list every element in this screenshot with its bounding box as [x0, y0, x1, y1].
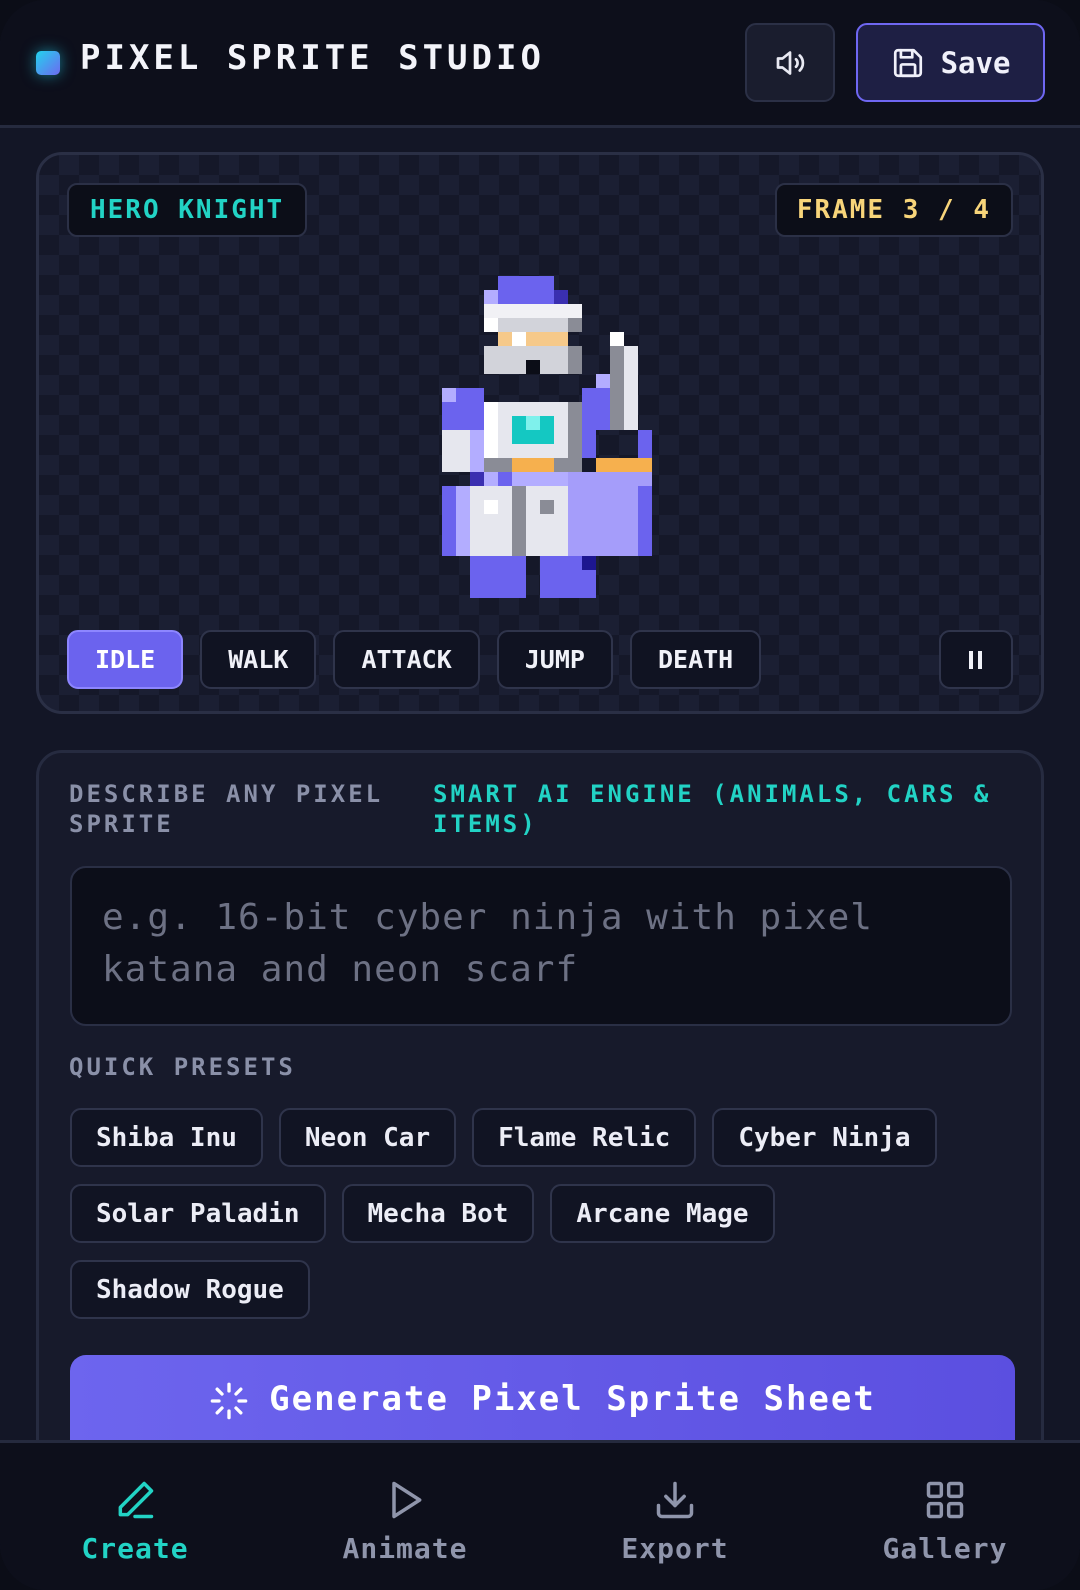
- tab-walk[interactable]: WALK: [200, 630, 317, 689]
- tab-death[interactable]: DEATH: [629, 630, 762, 689]
- save-button[interactable]: Save: [856, 23, 1045, 102]
- sprite-preview-card: HERO KNIGHT FRAME 3 / 4 IDLE WALK ATTACK…: [36, 152, 1044, 714]
- app-header: PIXEL SPRITE STUDIO Save: [0, 0, 1080, 128]
- loader-icon: [210, 1382, 248, 1420]
- knight-sprite: [442, 276, 652, 598]
- nav-create-label: Create: [81, 1532, 189, 1565]
- quick-presets-title: QUICK PRESETS: [69, 1053, 296, 1081]
- preset-chip-flame-relic[interactable]: Flame Relic: [472, 1108, 697, 1167]
- download-icon: [656, 1481, 694, 1519]
- prompt-input[interactable]: [102, 892, 980, 1000]
- nav-gallery-label: Gallery: [882, 1532, 1008, 1565]
- preset-chip-shiba-inu[interactable]: Shiba Inu: [70, 1108, 263, 1167]
- nav-gallery[interactable]: Gallery: [810, 1443, 1080, 1590]
- floppy-disk-icon: [893, 48, 922, 77]
- tab-jump[interactable]: JUMP: [496, 630, 613, 689]
- preset-chip-solar-paladin[interactable]: Solar Paladin: [70, 1184, 326, 1243]
- pause-icon: [969, 650, 982, 669]
- generate-label: Generate Pixel Sprite Sheet: [269, 1379, 876, 1419]
- nav-animate-label: Animate: [342, 1532, 468, 1565]
- nav-animate[interactable]: Animate: [270, 1443, 540, 1590]
- preset-chip-cyber-ninja[interactable]: Cyber Ninja: [712, 1108, 937, 1167]
- save-label: Save: [940, 45, 1011, 80]
- pause-button[interactable]: [939, 630, 1013, 689]
- describe-label: DESCRIBE ANY PIXEL SPRITE: [69, 780, 384, 838]
- prompt-field-container: [70, 866, 1012, 1026]
- logo-icon: [36, 51, 60, 75]
- animation-tabs: IDLE WALK ATTACK JUMP DEATH: [67, 630, 762, 689]
- preset-chip-shadow-rogue[interactable]: Shadow Rogue: [70, 1260, 310, 1319]
- frame-counter-badge: FRAME 3 / 4: [774, 183, 1013, 237]
- tab-attack[interactable]: ATTACK: [333, 630, 480, 689]
- preset-chip-mecha-bot[interactable]: Mecha Bot: [341, 1184, 535, 1243]
- quick-presets: Shiba Inu Neon Car Flame Relic Cyber Nin…: [70, 1108, 1015, 1319]
- tab-idle[interactable]: IDLE: [67, 630, 184, 689]
- nav-export-label: Export: [621, 1532, 729, 1565]
- preset-chip-arcane-mage[interactable]: Arcane Mage: [550, 1184, 775, 1243]
- describe-sprite-card: DESCRIBE ANY PIXEL SPRITE SMART AI ENGIN…: [36, 750, 1044, 1470]
- nav-export[interactable]: Export: [540, 1443, 810, 1590]
- nav-create[interactable]: Create: [0, 1443, 270, 1590]
- ai-engine-hint: SMART AI ENGINE (ANIMALS, CARS & ITEMS): [433, 780, 992, 838]
- character-name-badge: HERO KNIGHT: [67, 183, 308, 237]
- play-icon: [392, 1481, 422, 1519]
- preset-chip-neon-car[interactable]: Neon Car: [278, 1108, 457, 1167]
- speaker-icon: [776, 50, 805, 75]
- app-frame: PIXEL SPRITE STUDIO Save HERO KNIGHT FRA…: [0, 0, 1080, 1590]
- pencil-icon: [118, 1481, 154, 1519]
- bottom-nav: Create Animate Export Gallery: [0, 1440, 1080, 1590]
- sound-button[interactable]: [745, 23, 835, 102]
- grid-icon: [926, 1481, 964, 1519]
- app-title: PIXEL SPRITE STUDIO: [80, 38, 545, 78]
